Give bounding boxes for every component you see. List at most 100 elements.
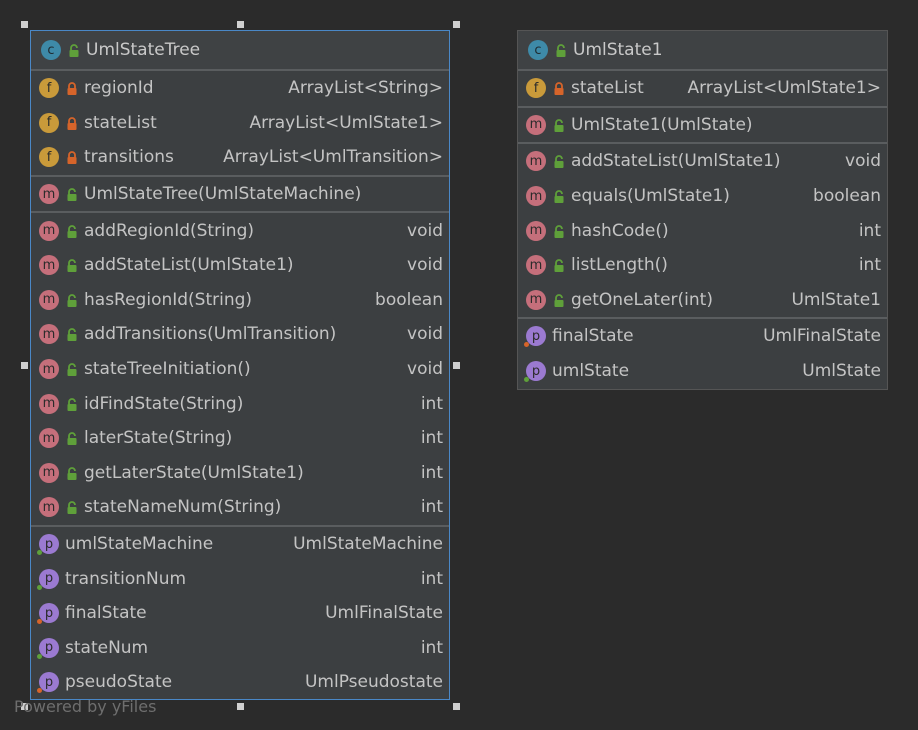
- method-row[interactable]: m UmlStateTree(UmlStateMachine): [31, 177, 449, 212]
- unlock-icon: [66, 187, 78, 202]
- member-section: m addStateList(UmlState1) void m equals(UmlS…: [518, 144, 887, 320]
- method-icon: m: [39, 324, 59, 345]
- unlock-icon: [66, 258, 78, 273]
- member-name: regionId: [84, 78, 154, 99]
- unlock-icon: [553, 154, 565, 169]
- member-name: addRegionId(String): [84, 220, 254, 241]
- member-name: umlStateMachine: [65, 534, 214, 555]
- member-type: ArrayList<UmlState1>: [249, 112, 443, 133]
- field-row[interactable]: f transitions ArrayList<UmlTransition>: [31, 140, 449, 175]
- method-icon: m: [39, 462, 59, 483]
- property-icon: p: [37, 603, 59, 625]
- member-name: transitions: [84, 147, 174, 168]
- member-section: m UmlState1(UmlState): [518, 108, 887, 145]
- method-row[interactable]: m stateTreeInitiation() void: [31, 352, 449, 387]
- method-icon: m: [39, 255, 59, 276]
- member-type: boolean: [813, 186, 881, 207]
- method-icon: m: [39, 184, 59, 205]
- member-name: finalState: [65, 603, 147, 624]
- selection-handle[interactable]: [237, 703, 244, 710]
- member-type: ArrayList<UmlState1>: [687, 78, 881, 99]
- selection-handle[interactable]: [237, 21, 244, 28]
- unlock-icon: [66, 327, 78, 342]
- class-node-umlstatetree[interactable]: c UmlStateTree f regionId ArrayList<String> f…: [30, 30, 450, 700]
- member-type: int: [420, 393, 443, 414]
- method-row[interactable]: m addStateList(UmlState1) void: [31, 248, 449, 283]
- property-row[interactable]: p umlStateMachine UmlStateMachine: [31, 527, 449, 562]
- method-row[interactable]: m UmlState1(UmlState): [518, 108, 887, 143]
- class-header[interactable]: c UmlState1: [518, 31, 887, 71]
- unlock-icon: [553, 258, 565, 273]
- method-row[interactable]: m getOneLater(int) UmlState1: [518, 283, 887, 318]
- member-type: UmlState1: [791, 289, 881, 310]
- method-row[interactable]: m laterState(String) int: [31, 421, 449, 456]
- unlock-icon: [66, 431, 78, 446]
- class-title: UmlStateTree: [86, 40, 201, 60]
- member-type: int: [420, 462, 443, 483]
- method-icon: m: [39, 393, 59, 414]
- member-name: umlState: [552, 361, 630, 382]
- member-name: stateTreeInitiation(): [84, 359, 251, 380]
- selection-handle[interactable]: [453, 703, 460, 710]
- method-row[interactable]: m hashCode() int: [518, 213, 887, 248]
- unlock-icon: [66, 293, 78, 307]
- lock-icon: [66, 150, 78, 165]
- selection-handle[interactable]: [453, 21, 460, 28]
- method-row[interactable]: m hasRegionId(String) boolean: [31, 283, 449, 318]
- member-section: m addRegionId(String) void m addStateList(Um…: [31, 213, 449, 527]
- member-name: laterState(String): [84, 428, 233, 449]
- lock-icon: [553, 81, 565, 96]
- method-icon: m: [39, 428, 59, 449]
- field-row[interactable]: f stateList ArrayList<UmlState1>: [31, 106, 449, 141]
- method-icon: m: [39, 289, 59, 310]
- property-icon: p: [524, 326, 546, 348]
- property-icon: p: [524, 361, 546, 383]
- member-name: getLaterState(UmlState1): [84, 462, 304, 483]
- member-section: p finalState UmlFinalState p umlState UmlStat…: [518, 319, 887, 388]
- property-row[interactable]: p stateNum int: [31, 631, 449, 666]
- visibility-dot-icon: [37, 584, 42, 590]
- method-row[interactable]: m equals(UmlState1) boolean: [518, 179, 887, 214]
- method-icon: m: [526, 114, 546, 135]
- member-type: int: [420, 497, 443, 518]
- class-node-umlstate1[interactable]: c UmlState1 f stateList ArrayList<UmlState1>…: [517, 30, 888, 390]
- selection-handle[interactable]: [453, 362, 460, 369]
- unlock-icon: [553, 293, 565, 307]
- member-type: int: [420, 568, 443, 589]
- member-type: void: [845, 151, 881, 172]
- property-row[interactable]: p transitionNum int: [31, 561, 449, 596]
- property-row[interactable]: p umlState UmlState: [518, 354, 887, 389]
- property-row[interactable]: p finalState UmlFinalState: [518, 319, 887, 354]
- method-row[interactable]: m listLength() int: [518, 248, 887, 283]
- unlock-icon: [66, 362, 78, 377]
- method-row[interactable]: m idFindState(String) int: [31, 386, 449, 421]
- member-name: addTransitions(UmlTransition): [84, 324, 337, 345]
- property-row[interactable]: p pseudoState UmlPseudostate: [31, 665, 449, 699]
- member-type: int: [858, 220, 881, 241]
- member-type: void: [407, 359, 443, 380]
- method-row[interactable]: m getLaterState(UmlState1) int: [31, 456, 449, 491]
- member-name: pseudoState: [65, 672, 173, 693]
- member-name: UmlStateTree(UmlStateMachine): [84, 184, 362, 205]
- class-header[interactable]: c UmlStateTree: [31, 31, 449, 71]
- method-row[interactable]: m addTransitions(UmlTransition) void: [31, 317, 449, 352]
- member-name: idFindState(String): [84, 393, 244, 414]
- unlock-icon: [555, 43, 567, 57]
- member-section: f regionId ArrayList<String> f stateList Arra…: [31, 71, 449, 177]
- field-row[interactable]: f regionId ArrayList<String>: [31, 71, 449, 106]
- member-name: transitionNum: [65, 568, 187, 589]
- field-icon: f: [39, 78, 59, 99]
- method-row[interactable]: m addStateList(UmlState1) void: [518, 144, 887, 179]
- field-icon: f: [39, 112, 59, 133]
- method-row[interactable]: m addRegionId(String) void: [31, 213, 449, 248]
- property-row[interactable]: p finalState UmlFinalState: [31, 596, 449, 631]
- method-row[interactable]: m stateNameNum(String) int: [31, 490, 449, 525]
- selection-handle[interactable]: [21, 21, 28, 28]
- class-icon: c: [528, 40, 548, 60]
- field-row[interactable]: f stateList ArrayList<UmlState1>: [518, 71, 887, 106]
- selection-handle[interactable]: [21, 362, 28, 369]
- unlock-icon: [553, 224, 565, 238]
- method-icon: m: [526, 220, 546, 241]
- member-name: hasRegionId(String): [84, 289, 253, 310]
- member-type: void: [407, 220, 443, 241]
